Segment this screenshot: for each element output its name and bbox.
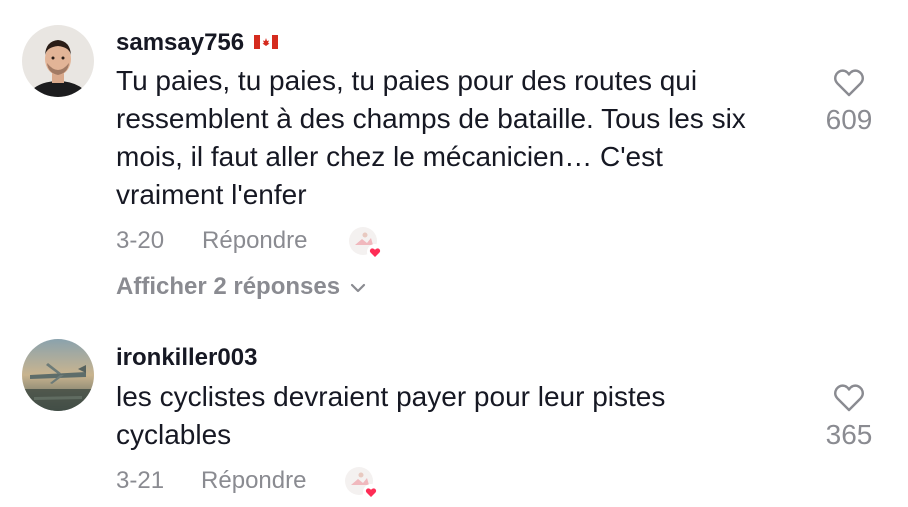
comment-item: samsay756 Tu paies, tu paies, tu paies p… bbox=[0, 0, 908, 320]
avatar[interactable] bbox=[22, 25, 94, 97]
view-replies-button[interactable]: Afficher 2 réponses bbox=[116, 271, 366, 303]
canada-flag-icon bbox=[254, 27, 279, 57]
comment-date: 3-20 bbox=[116, 227, 165, 254]
avatar-image bbox=[22, 339, 94, 411]
view-replies-label: Afficher 2 réponses bbox=[116, 273, 341, 300]
comment-text: Tu paies, tu paies, tu paies pour des ro… bbox=[116, 62, 796, 214]
like-control[interactable]: 365 bbox=[814, 383, 884, 451]
username-text[interactable]: ironkiller003 bbox=[116, 344, 257, 371]
chevron-down-icon bbox=[350, 270, 366, 302]
username-text[interactable]: samsay756 bbox=[116, 29, 244, 56]
comment-item: ironkiller003 les cyclistes devraient pa… bbox=[0, 320, 908, 506]
comment-text-line: mois, il faut aller chez le mécanicien… … bbox=[116, 141, 663, 172]
heart-icon[interactable] bbox=[833, 68, 865, 98]
creator-liked-icon bbox=[348, 226, 384, 262]
comment-username[interactable]: samsay756 bbox=[116, 27, 279, 58]
reply-button[interactable]: Répondre bbox=[202, 225, 307, 257]
comment-text: les cyclistes devraient payer pour leur … bbox=[116, 378, 796, 454]
comment-text-line: cyclables bbox=[116, 419, 232, 450]
reply-button[interactable]: Répondre bbox=[201, 465, 306, 497]
avatar[interactable] bbox=[22, 339, 94, 411]
heart-icon[interactable] bbox=[833, 383, 865, 413]
like-control[interactable]: 609 bbox=[814, 68, 884, 136]
comment-meta: 3-21 Répondre bbox=[116, 465, 306, 497]
comment-username[interactable]: ironkiller003 bbox=[116, 343, 257, 373]
comment-text-line: ressemblent à des champs de bataille. To… bbox=[116, 103, 746, 134]
comment-date: 3-21 bbox=[116, 467, 165, 494]
comment-text-line: les cyclistes devraient payer pour leur … bbox=[116, 381, 666, 412]
comment-meta: 3-20 Répondre bbox=[116, 225, 307, 257]
comment-text-line: Tu paies, tu paies, tu paies pour des ro… bbox=[116, 65, 698, 96]
creator-liked-icon bbox=[344, 466, 380, 502]
like-count: 365 bbox=[825, 419, 873, 450]
avatar-image bbox=[22, 25, 94, 97]
comment-text-line: vraiment l'enfer bbox=[116, 179, 307, 210]
like-count: 609 bbox=[825, 104, 873, 135]
